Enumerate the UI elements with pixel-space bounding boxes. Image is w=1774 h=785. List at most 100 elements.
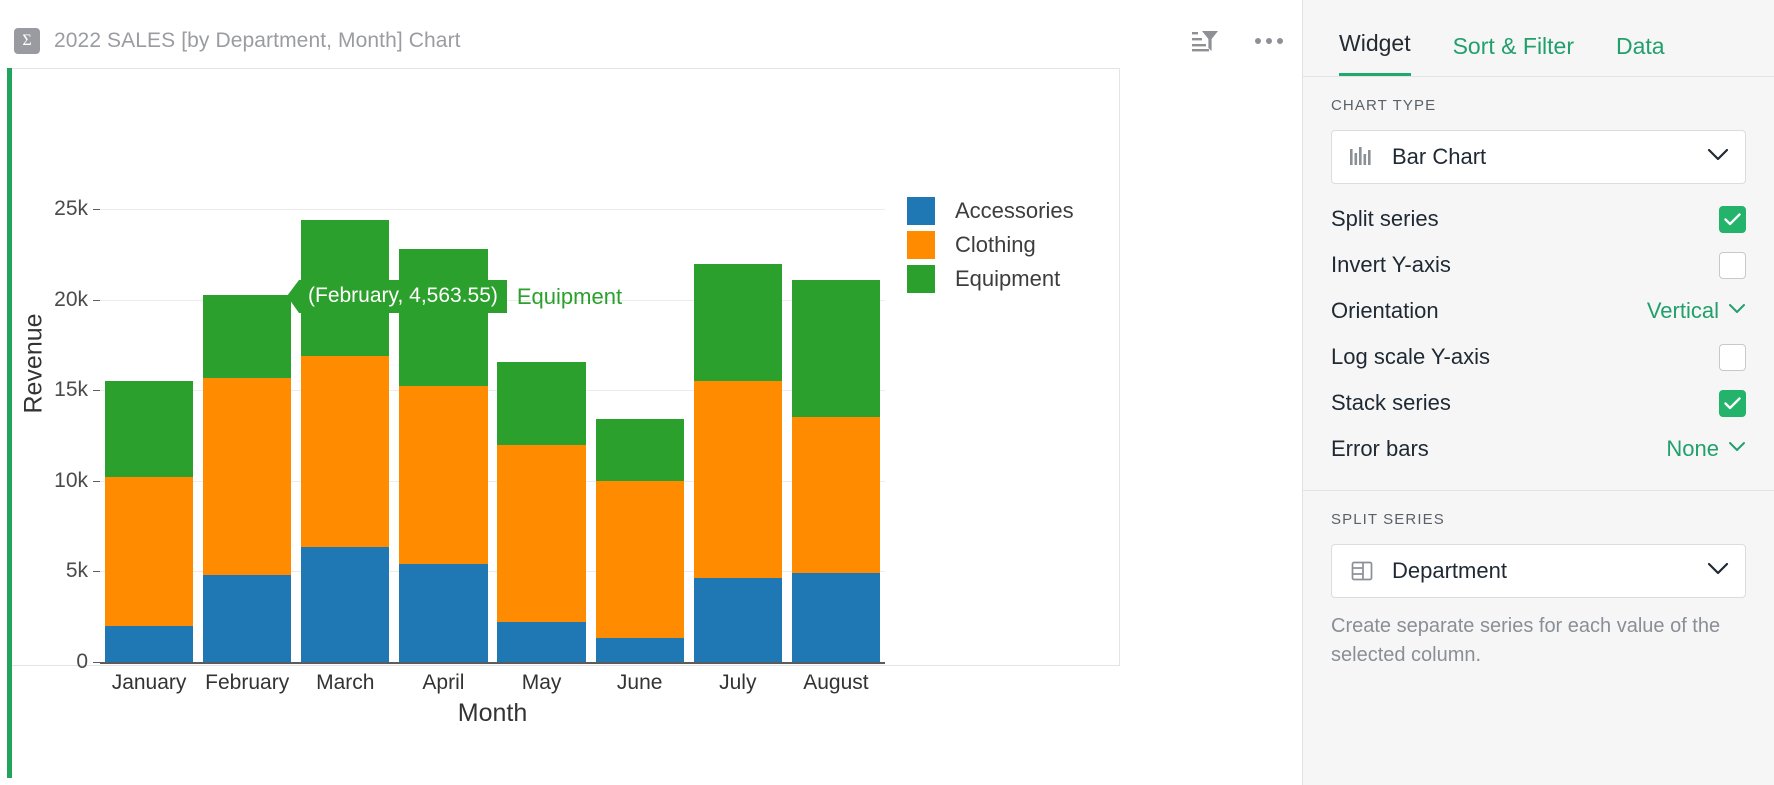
bar-segment[interactable] (203, 294, 292, 378)
bar-segment[interactable] (301, 355, 390, 547)
bar-segment[interactable] (399, 249, 488, 386)
y-axis-title: Revenue (19, 313, 48, 414)
bar-segment[interactable] (791, 279, 881, 418)
bar-segment[interactable] (203, 575, 292, 662)
option-label: Split series (1331, 206, 1439, 231)
dropdown-error-bars[interactable]: None (1666, 436, 1746, 462)
y-tick-mark (93, 662, 100, 663)
bar-segment[interactable] (497, 622, 586, 662)
option-row-stack-series: Stack series (1331, 380, 1746, 426)
option-label: Invert Y-axis (1331, 252, 1451, 277)
checkbox-stack-series[interactable] (1719, 389, 1746, 417)
legend-swatch (907, 197, 935, 225)
x-tick-label: March (316, 671, 375, 694)
tab-data[interactable]: Data (1616, 33, 1665, 76)
option-label: Orientation (1331, 298, 1439, 323)
bar-stack[interactable] (301, 182, 390, 662)
app-root: Σ 2022 SALES [by Department, Month] Char… (0, 0, 1774, 785)
x-tick-label: May (521, 671, 562, 694)
option-control: Vertical (1647, 298, 1746, 324)
bar-stack[interactable] (399, 182, 488, 662)
x-tick-label: June (616, 671, 663, 694)
option-control (1719, 251, 1746, 279)
column-icon (1348, 559, 1376, 583)
option-control (1719, 205, 1746, 233)
y-tick-mark (93, 209, 100, 211)
dropdown-orientation[interactable]: Vertical (1647, 298, 1746, 324)
bar-segment[interactable] (399, 385, 488, 565)
bar-stack[interactable] (497, 182, 586, 662)
widget-title: 2022 SALES [by Department, Month] Chart (54, 29, 461, 52)
chart-type-section: CHART TYPE Bar Chart Split series Invert… (1303, 77, 1774, 490)
bar-segment[interactable] (301, 546, 390, 662)
bar-stack[interactable] (791, 182, 881, 662)
y-tick-mark (93, 299, 100, 301)
bar-chart-icon (1348, 145, 1376, 169)
checkbox-invert-y-axis[interactable] (1719, 251, 1746, 279)
bar-segment[interactable] (203, 377, 292, 576)
y-tick-label: 0 (76, 650, 88, 673)
option-row-split-series: Split series (1331, 196, 1746, 242)
bar-segment[interactable] (399, 564, 488, 662)
bar-segment[interactable] (791, 417, 881, 574)
bar-segment[interactable] (497, 362, 586, 445)
widget-header-actions (1188, 24, 1286, 58)
split-series-section-title: SPLIT SERIES (1331, 511, 1445, 528)
bar-segment[interactable] (497, 444, 586, 623)
y-tick-mark (93, 390, 100, 392)
bar-segment[interactable] (595, 480, 684, 639)
x-tick-label: February (205, 671, 290, 694)
tooltip-series-name: Equipment (516, 283, 623, 309)
bar-stack[interactable] (595, 182, 684, 662)
dropdown-value: None (1666, 436, 1719, 461)
sort-filter-icon[interactable] (1188, 24, 1222, 58)
legend-swatch (907, 231, 935, 259)
x-tick-label: April (422, 671, 465, 694)
chevron-down-icon (1707, 562, 1729, 581)
chart-type-select[interactable]: Bar Chart (1331, 130, 1746, 184)
bar-segment[interactable] (693, 381, 782, 578)
bar-segment[interactable] (693, 577, 782, 662)
bar-segment[interactable] (104, 381, 194, 478)
split-series-hint: Create separate series for each value of… (1331, 615, 1721, 666)
bar-stack[interactable] (693, 182, 782, 662)
sigma-icon: Σ (14, 28, 40, 54)
option-row-log-scale-y-axis: Log scale Y-axis (1331, 334, 1746, 380)
tab-widget[interactable]: Widget (1339, 30, 1411, 76)
option-control (1719, 343, 1746, 371)
bar-stack[interactable] (104, 182, 194, 662)
widget-body: 0 5k 10k 15k 20k 25k January February March Apri… (12, 68, 1120, 727)
legend-item[interactable]: Equipment (907, 262, 1074, 296)
tab-sort-filter[interactable]: Sort & Filter (1453, 33, 1574, 76)
bar-segment[interactable] (595, 419, 684, 481)
split-series-select[interactable]: Department (1331, 544, 1746, 598)
option-label: Error bars (1331, 436, 1429, 461)
split-series-section: SPLIT SERIES Department Create separate … (1303, 490, 1774, 688)
chart-plot-area[interactable]: 0 5k 10k 15k 20k 25k January February March Apri… (12, 69, 1120, 727)
bar-segment[interactable] (595, 638, 684, 662)
chevron-down-icon (1728, 440, 1746, 458)
tooltip-value: (February, 4,563.55) (287, 280, 507, 313)
legend-label: Clothing (955, 232, 1036, 257)
bar-segment[interactable] (104, 477, 194, 626)
option-control (1719, 389, 1746, 417)
bar-segment[interactable] (791, 573, 881, 662)
bar-segment[interactable] (693, 263, 782, 382)
bar-stack[interactable] (203, 182, 292, 662)
x-axis-title: Month (457, 699, 528, 727)
chart-type-section-title: CHART TYPE (1331, 97, 1437, 114)
chart-tooltip: (February, 4,563.55) Equipment (287, 280, 623, 313)
x-axis-line (100, 662, 885, 664)
checkbox-split-series[interactable] (1719, 205, 1746, 233)
chart-type-value: Bar Chart (1392, 144, 1487, 169)
checkbox-log-scale-y-axis[interactable] (1719, 343, 1746, 371)
more-options-icon[interactable] (1252, 24, 1286, 58)
option-row-error-bars: Error bars None (1331, 426, 1746, 472)
legend-label: Accessories (955, 198, 1074, 223)
bar-segment[interactable] (104, 625, 194, 662)
option-label: Stack series (1331, 390, 1451, 415)
legend-item[interactable]: Accessories (907, 194, 1074, 228)
legend-swatch (907, 265, 935, 293)
x-tick-label: January (111, 671, 187, 694)
legend-item[interactable]: Clothing (907, 228, 1074, 262)
